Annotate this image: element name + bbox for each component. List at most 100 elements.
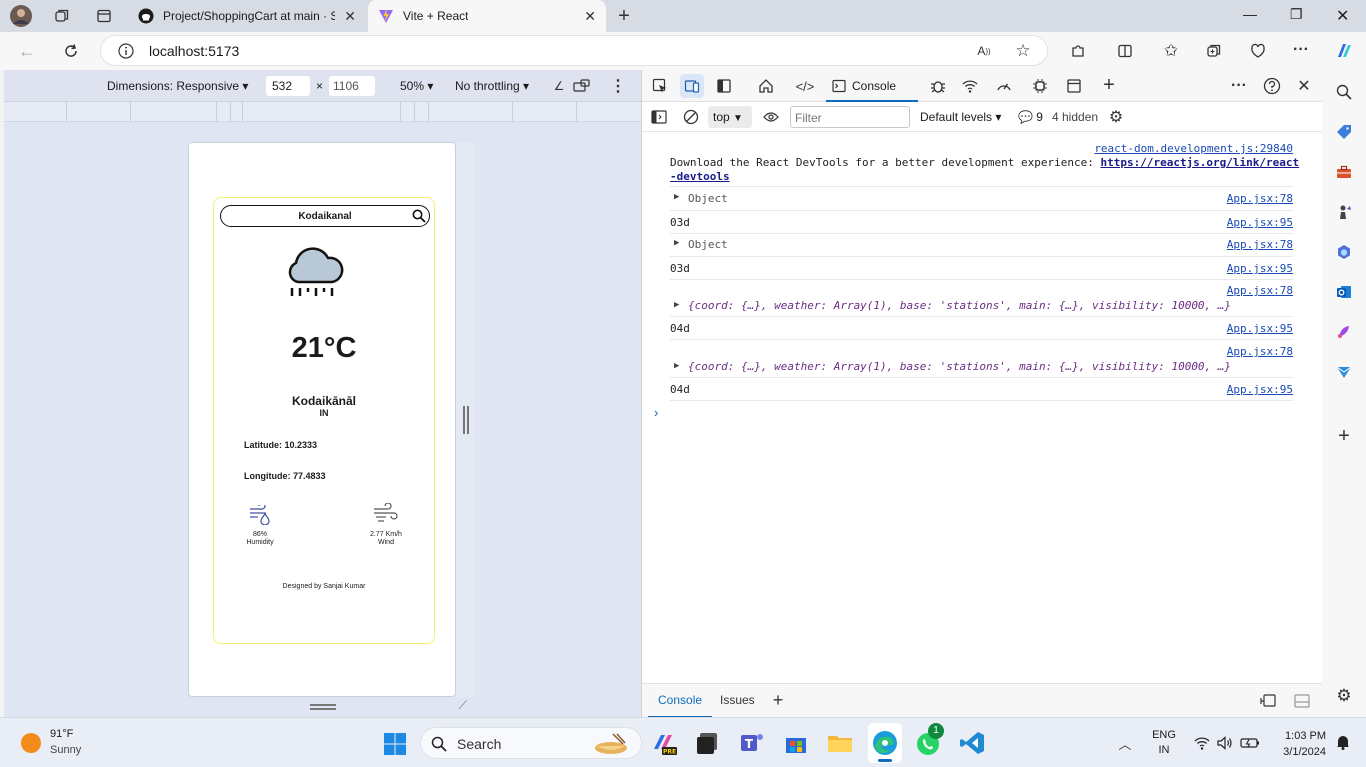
drawer-add-tab-icon[interactable]: +	[768, 690, 788, 710]
split-screen-icon[interactable]	[1115, 41, 1135, 61]
context-dropdown[interactable]: top ▼	[708, 106, 752, 128]
filter-input[interactable]: Filter	[790, 106, 910, 128]
notification-bell-icon[interactable]	[1334, 733, 1352, 751]
resize-handle-bottom[interactable]	[310, 704, 336, 710]
taskbar-search-box[interactable]: Search	[420, 727, 642, 759]
close-tab-icon[interactable]: ✕	[344, 8, 356, 25]
extensions-icon[interactable]	[1068, 41, 1088, 61]
battery-icon[interactable]	[1239, 734, 1261, 752]
network-wifi-icon[interactable]	[960, 76, 980, 96]
designer-icon[interactable]	[1334, 322, 1354, 342]
browser-essentials-icon[interactable]	[1248, 41, 1268, 61]
console-settings-gear-icon[interactable]: ⚙	[1107, 108, 1125, 126]
taskbar-whatsapp-icon[interactable]: 1	[914, 723, 944, 757]
expand-arrow-icon[interactable]: ▶	[674, 361, 679, 371]
react-devtools-link[interactable]: https://reactjs.org/link/react	[1100, 156, 1299, 169]
taskbar-teams-icon[interactable]: T	[738, 729, 766, 757]
more-tools-plus-icon[interactable]: +	[1098, 74, 1120, 96]
sidebar-search-icon[interactable]	[1334, 82, 1354, 102]
source-link[interactable]: App.jsx:78	[1227, 345, 1293, 358]
console-prompt-chevron-icon[interactable]: ›	[654, 405, 658, 420]
close-tab-icon[interactable]: ✕	[584, 8, 596, 25]
taskbar-edge-icon[interactable]	[868, 723, 902, 763]
memory-chip-icon[interactable]	[1030, 76, 1050, 96]
taskbar-file-explorer-icon[interactable]	[826, 729, 854, 757]
restore-icon[interactable]: ❐	[1290, 6, 1303, 23]
games-chess-icon[interactable]	[1334, 202, 1354, 222]
source-link[interactable]: App.jsx:78	[1227, 238, 1293, 251]
live-expression-eye-icon[interactable]	[761, 108, 781, 126]
collections-icon[interactable]	[1204, 41, 1224, 61]
taskbar-store-icon[interactable]	[782, 729, 810, 757]
message-count-badge[interactable]: 💬 9	[1018, 110, 1043, 124]
volume-icon[interactable]	[1215, 734, 1235, 752]
height-input[interactable]: 1106	[329, 76, 375, 96]
close-devtools-icon[interactable]: ✕	[1294, 76, 1314, 96]
search-icon[interactable]	[412, 209, 426, 223]
devtools-more-icon[interactable]: ···	[1228, 75, 1250, 97]
sidebar-settings-gear-icon[interactable]: ⚙	[1334, 686, 1354, 706]
elements-icon[interactable]: </>	[794, 76, 816, 96]
width-input[interactable]: 532	[266, 76, 310, 96]
profile-avatar[interactable]	[8, 4, 34, 28]
outlook-icon[interactable]	[1334, 282, 1354, 302]
weather-widget[interactable]: 91°F Sunny	[14, 726, 104, 760]
refresh-icon[interactable]	[60, 40, 82, 62]
language-indicator[interactable]: ENG IN	[1148, 728, 1180, 760]
tab-github[interactable]: Project/ShoppingCart at main · S ✕	[128, 0, 366, 32]
sensor-icon[interactable]: ∠	[552, 79, 566, 93]
drawer-close-icon[interactable]	[1292, 692, 1312, 710]
drawer-dock-icon[interactable]	[1258, 692, 1278, 710]
wifi-icon[interactable]	[1192, 734, 1212, 752]
new-tab-icon[interactable]: +	[612, 4, 636, 28]
console-message-object-expanded[interactable]: App.jsx:78 ▶ {coord: {…}, weather: Array…	[642, 284, 1293, 314]
source-link[interactable]: App.jsx:78	[1227, 284, 1293, 297]
expand-arrow-icon[interactable]: ▶	[674, 192, 679, 202]
rotate-icon[interactable]	[572, 77, 592, 95]
source-link[interactable]: App.jsx:95	[1227, 383, 1293, 396]
source-link[interactable]: react-dom.development.js:29840	[1094, 142, 1293, 155]
resize-corner-icon[interactable]: ⟋	[456, 698, 470, 712]
sidebar-add-icon[interactable]: +	[1334, 425, 1354, 447]
url-bar[interactable]: localhost:5173 A)) ☆	[100, 35, 1048, 66]
inspect-element-icon[interactable]	[650, 76, 670, 96]
back-icon[interactable]: ←	[16, 40, 38, 62]
console-message-object[interactable]: ▶ Object App.jsx:78	[642, 192, 1293, 208]
expand-arrow-icon[interactable]: ▶	[674, 238, 679, 248]
tab-vite-react[interactable]: Vite + React ✕	[368, 0, 606, 32]
close-window-icon[interactable]: ✕	[1336, 6, 1349, 26]
more-options-icon[interactable]: ···	[1290, 39, 1312, 61]
favorites-icon[interactable]: ✩	[1160, 40, 1182, 62]
expand-arrow-icon[interactable]: ▶	[674, 300, 679, 310]
show-hidden-icons-chevron-icon[interactable]: ︿	[1116, 734, 1134, 752]
resize-handle-right[interactable]	[463, 406, 469, 434]
favorite-star-icon[interactable]: ☆	[1013, 41, 1033, 61]
tools-briefcase-icon[interactable]	[1334, 162, 1354, 182]
microsoft-365-icon[interactable]	[1334, 242, 1354, 262]
sidebar-toggle-icon[interactable]	[650, 108, 668, 126]
welcome-home-icon[interactable]	[756, 76, 776, 96]
workspaces-icon[interactable]	[52, 6, 72, 26]
dock-side-icon[interactable]	[714, 76, 734, 96]
throttling-dropdown[interactable]: No throttling ▾	[455, 79, 529, 93]
read-aloud-icon[interactable]: A))	[975, 42, 993, 60]
dimensions-dropdown[interactable]: Dimensions: Responsive ▾	[107, 79, 248, 93]
drawer-tab-console[interactable]: Console	[648, 684, 713, 718]
issues-bug-icon[interactable]	[928, 76, 948, 96]
source-link[interactable]: App.jsx:95	[1227, 322, 1293, 335]
drop-send-icon[interactable]	[1334, 362, 1354, 382]
taskbar-terminal-icon[interactable]	[694, 729, 722, 757]
help-icon[interactable]	[1262, 76, 1282, 96]
zoom-dropdown[interactable]: 50% ▾	[400, 79, 433, 93]
react-devtools-link-cont[interactable]: -devtools	[670, 170, 730, 183]
application-panel-icon[interactable]	[1064, 76, 1084, 96]
log-levels-dropdown[interactable]: Default levels ▾	[920, 110, 1001, 124]
console-message-object[interactable]: ▶ Object App.jsx:78	[642, 238, 1293, 254]
source-link[interactable]: App.jsx:95	[1227, 216, 1293, 229]
performance-gauge-icon[interactable]	[994, 76, 1014, 96]
clear-console-icon[interactable]	[682, 108, 700, 126]
tab-console[interactable]: Console	[826, 70, 918, 102]
shopping-tag-icon[interactable]	[1334, 122, 1354, 142]
device-more-icon[interactable]: ⋮	[610, 76, 626, 96]
clock[interactable]: 1:03 PM 3/1/2024	[1270, 728, 1326, 760]
